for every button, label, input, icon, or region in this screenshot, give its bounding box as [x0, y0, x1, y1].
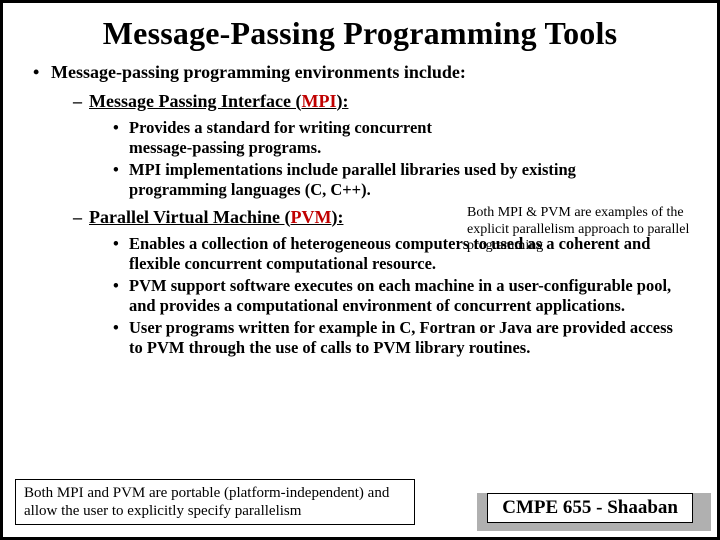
dot-icon: •	[113, 318, 119, 338]
heading-pvm-acr: PVM	[290, 207, 331, 227]
heading-mpi-acr: MPI	[301, 91, 336, 111]
pvm-bullet-2: • PVM support software executes on each m…	[113, 276, 677, 316]
heading-pvm-tail: ):	[331, 207, 343, 227]
dash-icon: –	[73, 91, 89, 112]
mpi-bullet-1: • Provides a standard for writing concurr…	[113, 118, 677, 158]
intro-line: •Message-passing programming environment…	[33, 62, 693, 83]
pvm-bullet-1: • Enables a collection of heterogeneous c…	[113, 234, 677, 274]
bullet-dot: •	[33, 62, 51, 83]
footnote-box: Both MPI and PVM are portable (platform-…	[15, 479, 415, 525]
pvm-bullet-3-text: User programs written for example in C, …	[129, 318, 673, 357]
page-title: Message-Passing Programming Tools	[27, 15, 693, 52]
dash-icon: –	[73, 207, 89, 228]
section-pvm: –Parallel Virtual Machine (PVM): • Enable…	[27, 207, 693, 359]
heading-pvm: –Parallel Virtual Machine (PVM):	[73, 207, 693, 228]
pvm-bullet-2-text: PVM support software executes on each ma…	[129, 276, 671, 315]
slide: Message-Passing Programming Tools •Messa…	[0, 0, 720, 540]
mpi-bullet-2-text: MPI implementations include parallel lib…	[129, 160, 576, 199]
dot-icon: •	[113, 234, 119, 254]
heading-mpi: –Message Passing Interface (MPI):	[73, 91, 693, 112]
heading-mpi-lead: Message Passing Interface (	[89, 91, 301, 111]
section-mpi: –Message Passing Interface (MPI): • Provi…	[27, 91, 693, 201]
mpi-bullet-2: • MPI implementations include parallel li…	[113, 160, 677, 200]
heading-pvm-lead: Parallel Virtual Machine (	[89, 207, 290, 227]
pvm-bullet-3: • User programs written for example in C,…	[113, 318, 677, 358]
mpi-bullet-1-text: Provides a standard for writing concurre…	[129, 118, 432, 157]
dot-icon: •	[113, 276, 119, 296]
heading-mpi-tail: ):	[336, 91, 348, 111]
footer-text: CMPE 655 - Shaaban	[487, 493, 693, 523]
dot-icon: •	[113, 160, 119, 180]
pvm-bullet-1-text: Enables a collection of heterogeneous co…	[129, 234, 650, 273]
dot-icon: •	[113, 118, 119, 138]
footer-label: CMPE 655 - Shaaban	[473, 489, 707, 527]
intro-text: Message-passing programming environments…	[51, 62, 466, 82]
